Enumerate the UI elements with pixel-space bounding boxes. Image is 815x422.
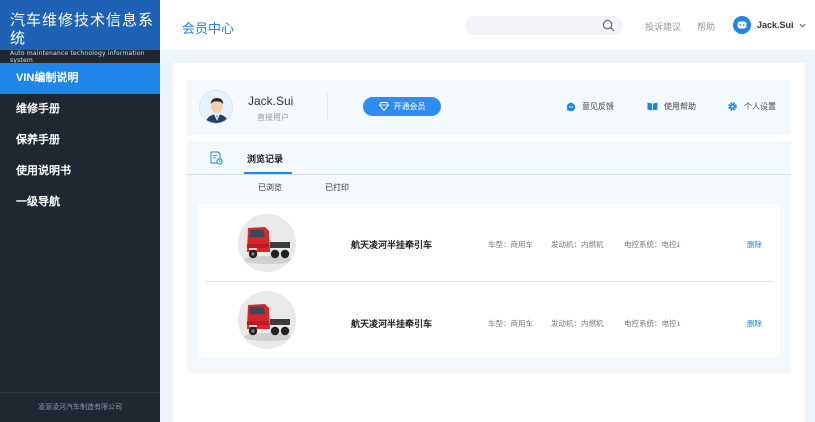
- sidebar-nav: VIN编制说明 维修手册 保养手册 使用说明书 一级导航: [0, 63, 160, 218]
- help-usage-button[interactable]: 使用帮助: [647, 101, 696, 112]
- sidebar: 汽车维修技术信息系统 Auto maintenance technology i…: [0, 0, 160, 422]
- tab-browse-history[interactable]: 浏览记录: [247, 152, 283, 165]
- search-input[interactable]: [465, 16, 623, 35]
- subtab-printed[interactable]: 已打印: [325, 182, 349, 193]
- history-doc-icon: [210, 151, 223, 165]
- feedback-button[interactable]: 意见反馈: [566, 101, 614, 112]
- feedback-icon: [566, 102, 576, 111]
- delete-button[interactable]: 删除: [747, 239, 762, 250]
- ecu-system: 电控系统：电控1: [624, 240, 681, 249]
- ecu-system: 电控系统：电控1: [624, 319, 681, 328]
- sidebar-item-repair-manual[interactable]: 维修手册: [0, 94, 160, 125]
- profile-bar: Jack.Sui 直接用户 开通会员 意见反馈 使用帮助 个人设置: [187, 80, 791, 135]
- profile-name: Jack.Sui: [248, 94, 294, 108]
- gear-icon: [728, 102, 737, 111]
- truck-thumbnail: [238, 291, 296, 349]
- chevron-down-icon: [799, 23, 806, 28]
- diamond-icon: [378, 102, 389, 111]
- help-link[interactable]: 帮助: [697, 20, 715, 33]
- divider: [327, 93, 328, 121]
- top-header: 会员中心 投诉建议 帮助 Jack.Sui: [160, 0, 815, 50]
- brand-title: 汽车维修技术信息系统: [10, 12, 155, 47]
- brand: 汽车维修技术信息系统 Auto maintenance technology i…: [0, 0, 160, 64]
- open-membership-button[interactable]: 开通会员: [363, 97, 441, 116]
- complaint-link[interactable]: 投诉建议: [645, 20, 681, 33]
- search-icon[interactable]: [602, 19, 615, 32]
- sidebar-footer: 凌源凌河汽车制造有限公司: [0, 392, 160, 422]
- sidebar-item-user-manual[interactable]: 使用说明书: [0, 156, 160, 187]
- list-item: 航天凌河半挂牵引车 车型：商用车 发动机：内燃机 电控系统：电控1 删除: [198, 282, 780, 358]
- list-item: 航天凌河半挂牵引车 车型：商用车 发动机：内燃机 电控系统：电控1 删除: [198, 204, 780, 280]
- delete-button[interactable]: 删除: [747, 318, 762, 329]
- user-menu[interactable]: Jack.Sui: [733, 15, 806, 35]
- engine-type: 发动机：内燃机: [551, 319, 604, 328]
- member-center-panel: Jack.Sui 直接用户 开通会员 意见反馈 使用帮助 个人设置 浏览记录 已…: [173, 63, 805, 422]
- sidebar-item-vin[interactable]: VIN编制说明: [0, 63, 160, 94]
- avatar: [199, 90, 233, 124]
- truck-name[interactable]: 航天凌河半挂牵引车: [351, 238, 432, 251]
- subtab-viewed[interactable]: 已浏览: [258, 182, 282, 193]
- book-icon: [647, 102, 658, 111]
- header-username: Jack.Sui: [757, 20, 794, 30]
- profile-role: 直接用户: [257, 113, 289, 122]
- vehicle-type: 车型：商用车: [488, 319, 533, 328]
- feedback-label: 意见反馈: [582, 102, 614, 111]
- tab-active-indicator: [244, 172, 292, 174]
- open-membership-label: 开通会员: [393, 102, 426, 111]
- sidebar-item-maintenance-manual[interactable]: 保养手册: [0, 125, 160, 156]
- brand-subtitle: Auto maintenance technology information …: [10, 50, 145, 64]
- truck-thumbnail: [238, 214, 296, 272]
- personal-settings-label: 个人设置: [744, 102, 776, 111]
- sidebar-item-primary-nav[interactable]: 一级导航: [0, 187, 160, 218]
- tab-bar: 浏览记录: [187, 141, 791, 175]
- page-title: 会员中心: [182, 21, 235, 36]
- user-avatar-icon: [733, 16, 751, 34]
- truck-name[interactable]: 航天凌河半挂牵引车: [351, 317, 432, 330]
- help-usage-label: 使用帮助: [664, 102, 696, 111]
- record-list: 航天凌河半挂牵引车 车型：商用车 发动机：内燃机 电控系统：电控1 删除 航天凌…: [198, 204, 780, 358]
- personal-settings-button[interactable]: 个人设置: [727, 101, 776, 112]
- vehicle-type: 车型：商用车: [488, 240, 533, 249]
- engine-type: 发动机：内燃机: [551, 240, 604, 249]
